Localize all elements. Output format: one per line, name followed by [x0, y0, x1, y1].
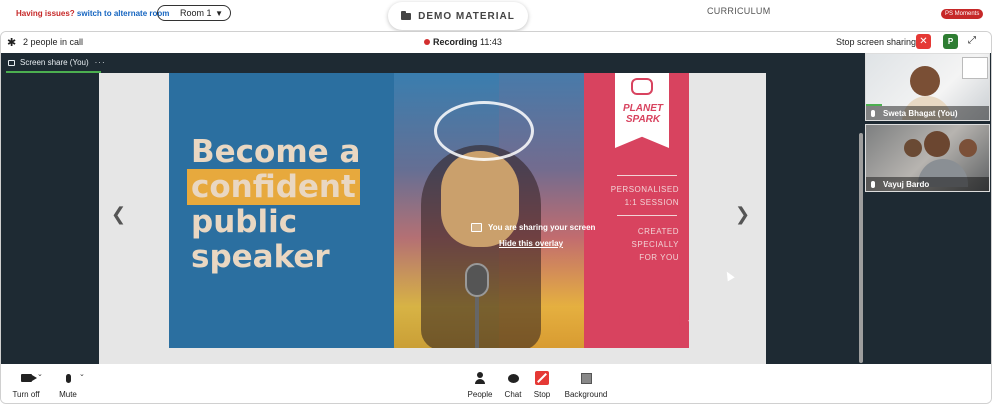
chat-button[interactable]: Chat: [502, 365, 524, 403]
alternate-room-link[interactable]: switch to alternate room: [77, 9, 169, 18]
folder-icon: [401, 10, 412, 20]
sharing-overlay: You are sharing your screen Hide this ov…: [471, 223, 621, 248]
share-tab-bar: Screen share (You) ···: [1, 53, 864, 73]
mic-stand: [475, 297, 479, 348]
mouse-cursor-icon: [723, 269, 735, 282]
microphone-icon: [65, 373, 71, 383]
people-icon: [475, 372, 485, 384]
participant-face: [924, 131, 950, 157]
chevron-down-icon[interactable]: ⌄: [79, 370, 85, 378]
call-toolbar: Turn off ⌄ Mute ⌄ People Chat Stop Backg…: [1, 365, 991, 403]
divider: [617, 215, 677, 216]
people-label: People: [467, 390, 493, 399]
screen-share-area: Screen share (You) ··· ❮ ❯ Become a conf…: [1, 53, 864, 364]
chevron-down-icon[interactable]: ⌄: [37, 370, 43, 378]
background-button[interactable]: Background: [562, 365, 610, 403]
stop-share-button[interactable]: Stop: [531, 365, 553, 403]
mic-icon: [871, 109, 875, 117]
participant-name-bar: Vayuj Bardo: [866, 177, 989, 191]
curriculum-tab[interactable]: CURRICULUM: [707, 6, 771, 16]
ps-moments-label: PS Moments: [945, 11, 980, 17]
room-select[interactable]: Room 1 ▼: [157, 5, 231, 21]
background-poster: [962, 57, 988, 79]
mute-button[interactable]: Mute: [57, 365, 79, 403]
scrollbar[interactable]: [859, 133, 863, 363]
headline-line-2: confident: [187, 169, 360, 205]
chevron-right-icon[interactable]: ❯: [735, 204, 750, 225]
stop-label: Stop: [533, 390, 551, 399]
hide-overlay-link[interactable]: Hide this overlay: [499, 239, 621, 248]
mute-label: Mute: [59, 390, 77, 399]
participant-face: [910, 66, 940, 96]
recording-label: Recording: [433, 37, 478, 47]
stop-share-close-button[interactable]: ✕: [916, 34, 931, 49]
sharing-overlay-message: You are sharing your screen: [471, 223, 621, 232]
microphone-image: [465, 263, 489, 297]
recording-indicator: Recording 11:43: [424, 37, 502, 47]
caret-down-icon: ▼: [215, 8, 223, 18]
sharing-overlay-text: You are sharing your screen: [488, 223, 596, 232]
stop-share-icon: [535, 371, 549, 385]
participant-name-bar: Sweta Bhagat (You): [866, 106, 989, 120]
top-bar: Having issues? switch to alternate room …: [0, 0, 1000, 30]
issues-text: Having issues?: [16, 9, 75, 18]
participant-tile[interactable]: Sweta Bhagat (You): [865, 53, 990, 121]
divider: [617, 175, 677, 176]
headline-line-3: public: [191, 204, 298, 240]
side1-line2: 1:1 SESSION: [624, 198, 679, 207]
headline-line-1: Become a: [191, 134, 361, 170]
recording-dot-icon: [424, 39, 430, 45]
chevron-left-icon[interactable]: ❮: [111, 204, 126, 225]
brand-name: PLANET SPARK: [616, 103, 670, 125]
brand-line-1: PLANET: [623, 103, 663, 114]
active-tab-indicator: [6, 71, 101, 73]
call-panel: ✱ 2 people in call Recording 11:43 Stop …: [0, 31, 992, 404]
stop-screen-sharing-label[interactable]: Stop screen sharing: [836, 37, 916, 47]
recording-time: 11:43: [480, 37, 502, 47]
mic-icon: [871, 180, 875, 188]
poster-headline: Become a confident public speaker: [187, 134, 361, 275]
chat-icon: [507, 373, 519, 383]
participant-face: [904, 139, 922, 157]
more-options-icon[interactable]: ···: [95, 58, 106, 67]
participant-tiles: Sweta Bhagat (You) Vayuj Bardo: [864, 53, 991, 364]
screen-share-tab[interactable]: Screen share (You) ···: [8, 58, 106, 67]
call-header: ✱ 2 people in call Recording 11:43 Stop …: [1, 32, 991, 52]
demo-material-label: DEMO MATERIAL: [418, 10, 515, 22]
planet-spark-logo-icon: [631, 78, 653, 95]
side1-line1: PERSONALISED: [610, 185, 679, 194]
brand-line-2: SPARK: [625, 114, 661, 125]
fullscreen-icon[interactable]: ⤢: [968, 35, 976, 46]
room-select-value: Room 1: [180, 8, 212, 18]
side2-line2: FOR YOU: [639, 253, 679, 262]
side-text-personalised: PERSONALISED 1:1 SESSION: [599, 183, 679, 209]
participant-face: [959, 139, 977, 157]
headline-line-4: speaker: [191, 239, 330, 275]
issues-notice: Having issues? switch to alternate room: [16, 9, 169, 18]
participant-tile[interactable]: Vayuj Bardo: [865, 124, 990, 192]
screen-share-tab-label: Screen share (You): [20, 58, 89, 67]
background-icon: [580, 372, 592, 384]
shared-screen: ❮ ❯ Become a confident public speaker PL…: [99, 73, 863, 364]
people-count: 2 people in call: [23, 37, 84, 47]
gear-icon[interactable]: ✱: [7, 36, 16, 49]
slide-poster: Become a confident public speaker PLANET…: [169, 73, 689, 348]
screen-icon: [8, 59, 15, 66]
pip-button[interactable]: P: [943, 34, 958, 49]
chat-label: Chat: [504, 390, 522, 399]
video-camera-icon: [20, 374, 37, 382]
demo-material-tab[interactable]: DEMO MATERIAL: [388, 2, 528, 30]
ps-moments-button[interactable]: PS Moments: [941, 9, 984, 19]
background-label: Background: [564, 390, 608, 399]
people-button[interactable]: People: [466, 365, 494, 403]
poster-swirl: [434, 101, 534, 161]
turn-off-label: Turn off: [12, 390, 40, 399]
monitor-icon: [471, 223, 482, 232]
participant-name: Sweta Bhagat (You): [883, 108, 958, 118]
participant-name: Vayuj Bardo: [883, 179, 930, 189]
